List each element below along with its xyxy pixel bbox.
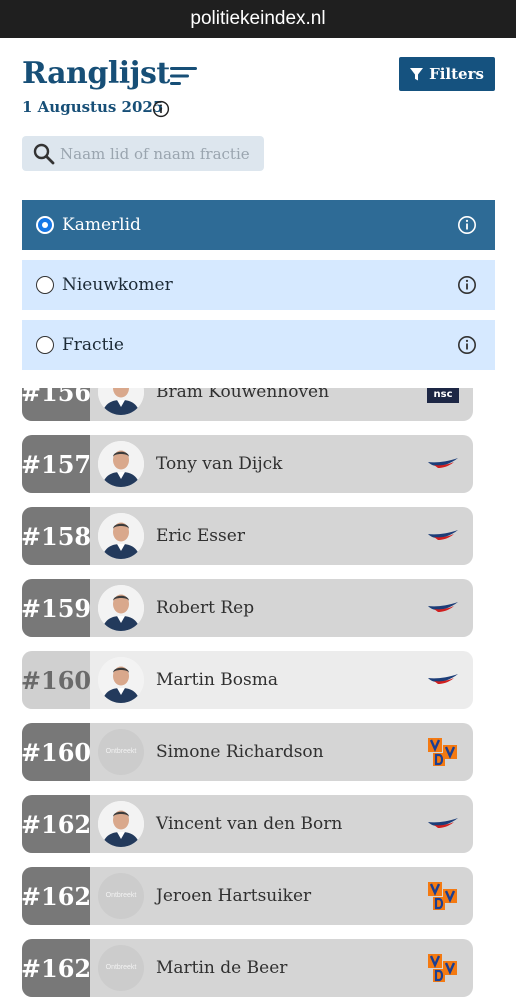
pvv-logo <box>427 808 459 840</box>
avatar-placeholder: Ontbreekt <box>98 945 144 991</box>
filter-funnel-icon <box>410 67 424 80</box>
svg-text:nsc: nsc <box>434 389 453 400</box>
list-item[interactable]: #158 Eric Esser <box>22 507 473 565</box>
info-icon[interactable] <box>457 275 477 295</box>
avatar-placeholder-label: Ontbreekt <box>105 892 137 899</box>
member-name: Tony van Dijck <box>156 454 283 474</box>
radio-fractie[interactable] <box>36 336 54 354</box>
option-label: Fractie <box>62 335 124 355</box>
radio-kamerlid[interactable] <box>36 216 54 234</box>
page-title: Ranglijst <box>22 56 170 91</box>
avatar <box>98 441 144 487</box>
rank-badge: #156 <box>22 388 91 421</box>
vvd-logo <box>427 880 459 912</box>
option-nieuwkomer[interactable]: Nieuwkomer <box>22 260 495 310</box>
member-name: Vincent van den Born <box>156 814 343 834</box>
rank-badge: #158 <box>22 507 91 565</box>
avatar-placeholder-label: Ontbreekt <box>105 964 137 971</box>
pvv-logo <box>427 664 459 696</box>
info-icon[interactable] <box>152 100 170 118</box>
list-item[interactable]: #162 Ontbreekt Martin de Beer <box>22 939 473 997</box>
pvv-logo <box>427 520 459 552</box>
avatar-placeholder: Ontbreekt <box>98 873 144 919</box>
info-icon[interactable] <box>457 215 477 235</box>
list-item[interactable]: #159 Robert Rep <box>22 579 473 637</box>
avatar <box>98 657 144 703</box>
rank-badge: #157 <box>22 435 91 493</box>
rank-badge: #159 <box>22 579 91 637</box>
avatar <box>98 388 144 415</box>
pvv-logo <box>427 448 459 480</box>
list-item[interactable]: #162 Vincent van den Born <box>22 795 473 853</box>
filters-label: Filters <box>429 65 484 83</box>
avatar <box>98 801 144 847</box>
search-input[interactable] <box>60 136 260 171</box>
member-name: Eric Esser <box>156 526 245 546</box>
filters-button[interactable]: Filters <box>399 57 495 91</box>
option-label: Kamerlid <box>62 215 141 235</box>
avatar <box>98 585 144 631</box>
option-fractie[interactable]: Fractie <box>22 320 495 370</box>
pvv-logo <box>427 592 459 624</box>
rank-badge: #162 <box>22 939 91 997</box>
member-name: Robert Rep <box>156 598 255 618</box>
search-box[interactable] <box>22 136 264 171</box>
rank-badge: #160 <box>22 651 91 709</box>
member-name: Martin Bosma <box>156 670 278 690</box>
sort-icon[interactable] <box>170 66 198 86</box>
member-name: Jeroen Hartsuiker <box>156 886 312 906</box>
radio-nieuwkomer[interactable] <box>36 276 54 294</box>
address-bar[interactable]: politiekeindex.nl <box>0 0 516 38</box>
rank-badge: #162 <box>22 795 91 853</box>
member-name: Bram Kouwenhoven <box>156 388 330 402</box>
option-label: Nieuwkomer <box>62 275 173 295</box>
avatar-placeholder-label: Ontbreekt <box>105 748 137 755</box>
list-item[interactable]: #160 Ontbreekt Simone Richardson <box>22 723 473 781</box>
ranking-list[interactable]: #156 Bram Kouwenhoven nsc #157 Tony van Dijc… <box>0 388 516 1000</box>
search-icon <box>33 143 55 165</box>
list-item[interactable]: #157 Tony van Dijck <box>22 435 473 493</box>
list-item[interactable]: #156 Bram Kouwenhoven nsc <box>22 388 473 421</box>
avatar <box>98 513 144 559</box>
vvd-logo <box>427 736 459 768</box>
rank-badge: #162 <box>22 867 91 925</box>
list-item[interactable]: #160 Martin Bosma <box>22 651 473 709</box>
nsc-logo: nsc <box>427 388 459 408</box>
member-name: Martin de Beer <box>156 958 288 978</box>
option-kamerlid[interactable]: Kamerlid <box>22 200 495 250</box>
info-icon[interactable] <box>457 335 477 355</box>
avatar-placeholder: Ontbreekt <box>98 729 144 775</box>
ranking-date: 1 Augustus 2025 <box>22 98 164 116</box>
vvd-logo <box>427 952 459 984</box>
list-item[interactable]: #162 Ontbreekt Jeroen Hartsuiker <box>22 867 473 925</box>
member-name: Simone Richardson <box>156 742 324 762</box>
rank-badge: #160 <box>22 723 91 781</box>
